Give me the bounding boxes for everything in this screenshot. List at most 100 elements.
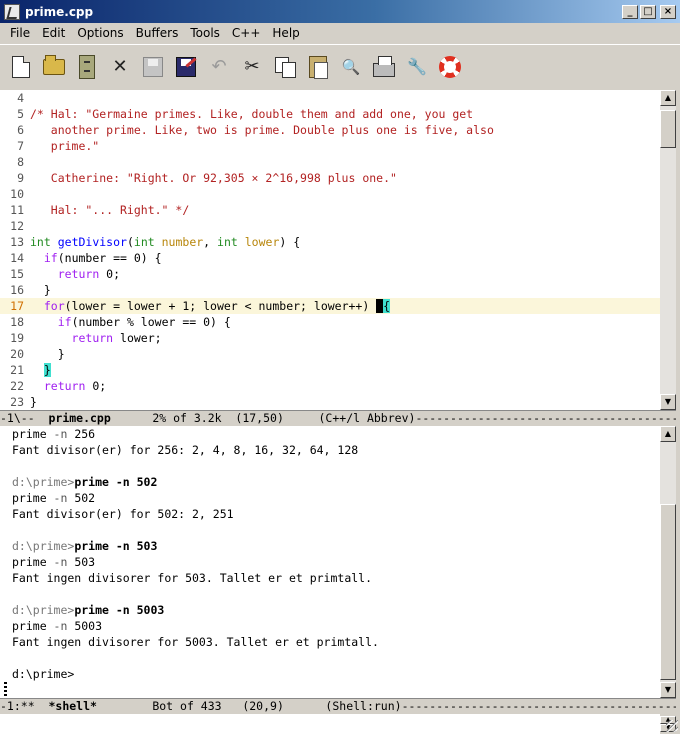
shell-buffer[interactable]: prime -n 256 Fant divisor(er) for 256: 2… bbox=[0, 426, 660, 698]
code-line: 19 return lower; bbox=[10, 331, 162, 345]
undo-icon: ↶ bbox=[211, 56, 227, 77]
code-line: 20 } bbox=[10, 347, 65, 361]
save-as-button[interactable] bbox=[173, 54, 199, 80]
shell-command-line: d:\prime>prime -n 5003 bbox=[12, 603, 165, 617]
close-x-icon: ✕ bbox=[112, 56, 128, 77]
help-lifebuoy-icon bbox=[439, 55, 461, 78]
menu-options[interactable]: Options bbox=[71, 26, 129, 40]
shell-output-line bbox=[0, 458, 660, 474]
shell-command-line: d:\prime>prime -n 503 bbox=[12, 539, 158, 553]
save-button[interactable] bbox=[140, 54, 166, 80]
print-button[interactable] bbox=[371, 54, 397, 80]
scroll-thumb[interactable] bbox=[660, 504, 676, 680]
resize-grip-icon[interactable] bbox=[666, 720, 678, 732]
scroll-up-arrow-icon[interactable]: ▲ bbox=[660, 426, 676, 442]
undo-button[interactable]: ↶ bbox=[206, 54, 232, 80]
code-line: 13 int getDivisor(int number, int lower) … bbox=[10, 235, 301, 249]
code-line: 16 } bbox=[10, 283, 51, 297]
code-line: 7 prime." bbox=[17, 139, 100, 153]
syntax-shell: prime -n 5003 bbox=[12, 619, 103, 633]
scroll-up-arrow-icon[interactable]: ▲ bbox=[660, 90, 676, 106]
menu-edit[interactable]: Edit bbox=[36, 26, 71, 40]
shell-output-line: prime -n 256 bbox=[0, 426, 660, 442]
dired-cabinet-icon bbox=[79, 54, 95, 79]
minimize-button[interactable]: _ bbox=[622, 4, 638, 19]
toolbar: ✕ ↶ ✂ 🔍 🔧 bbox=[0, 44, 680, 88]
cut-button[interactable]: ✂ bbox=[239, 54, 265, 80]
kill-buffer-button[interactable]: ✕ bbox=[107, 54, 133, 80]
syntax-line: if(number == 0) { bbox=[43, 251, 162, 265]
mode-line-buffer-name: *shell* bbox=[48, 699, 97, 713]
new-file-icon bbox=[12, 55, 30, 78]
help-button[interactable] bbox=[437, 54, 463, 80]
menu-cpp[interactable]: C++ bbox=[226, 26, 267, 40]
shell-output-line: Fant divisor(er) for 502: 2, 251 bbox=[12, 507, 234, 521]
open-file-button[interactable] bbox=[41, 54, 67, 80]
shell-output-line bbox=[0, 522, 660, 538]
mode-line-major-mode: (C++/l Abbrev) bbox=[318, 411, 416, 425]
shell-output-line: Fant ingen divisorer for 5003. Tallet er… bbox=[12, 635, 379, 649]
save-icon bbox=[143, 56, 163, 77]
preferences-icon: 🔧 bbox=[407, 57, 427, 76]
shell-prompt: d:\prime> bbox=[12, 667, 75, 681]
code-line: 21 } bbox=[10, 363, 51, 377]
menu-tools[interactable]: Tools bbox=[184, 26, 226, 40]
shell-prompt-line[interactable]: d:\prime> bbox=[0, 666, 660, 682]
syntax-line: if(number % lower == 0) { bbox=[57, 315, 231, 329]
code-mode-line[interactable]: -1\-- prime.cpp 2% of 3.2k (17,50) (C++/… bbox=[0, 410, 676, 426]
menu-help[interactable]: Help bbox=[266, 26, 305, 40]
code-editor[interactable]: 4 5/* Hal: "Germaine primes. Like, doubl… bbox=[0, 90, 660, 410]
preferences-button[interactable]: 🔧 bbox=[404, 54, 430, 80]
syntax-line: return lower; bbox=[71, 331, 162, 345]
search-icon: 🔍 bbox=[341, 57, 361, 76]
shell-scrollbar[interactable]: ▲ ▼ bbox=[660, 426, 676, 698]
new-file-button[interactable] bbox=[8, 54, 34, 80]
code-line: 9 Catherine: "Right. Or 92,305 × 2^16,99… bbox=[17, 171, 397, 185]
code-line: 5/* Hal: "Germaine primes. Like, double … bbox=[17, 107, 474, 121]
code-line: 10 bbox=[10, 187, 24, 201]
menu-buffers[interactable]: Buffers bbox=[130, 26, 185, 40]
code-line: 4 bbox=[17, 91, 24, 105]
shell-output-line: prime -n 5003 bbox=[0, 618, 660, 634]
shell-output-line bbox=[0, 586, 660, 602]
syntax-line: int getDivisor(int number, int lower) { bbox=[30, 235, 301, 249]
syntax-line: return 0; bbox=[43, 379, 107, 393]
syntax-line: for(lower = lower + 1; lower < number; l… bbox=[43, 299, 391, 313]
scroll-thumb[interactable] bbox=[660, 110, 676, 148]
code-line: 11 Hal: "... Right." */ bbox=[10, 203, 190, 217]
paste-button[interactable] bbox=[305, 54, 331, 80]
shell-command-line: d:\prime>prime -n 502 bbox=[12, 475, 158, 489]
code-line: 8 bbox=[17, 155, 24, 169]
title-bar[interactable]: prime.cpp _ □ × bbox=[0, 0, 680, 24]
menu-bar: File Edit Options Buffers Tools C++ Help bbox=[0, 24, 680, 42]
code-line: 12 bbox=[10, 219, 24, 233]
mode-line-major-mode: (Shell:run) bbox=[325, 699, 402, 713]
mode-line-buffer-name: prime.cpp bbox=[48, 411, 111, 425]
code-line: 15 return 0; bbox=[10, 267, 121, 281]
shell-output-line: Fant ingen divisorer for 503. Tallet er … bbox=[12, 571, 373, 585]
dired-button[interactable] bbox=[74, 54, 100, 80]
copy-icon bbox=[275, 56, 296, 78]
code-line: 6 another prime. Like, two is prime. Dou… bbox=[17, 123, 494, 137]
cut-icon: ✂ bbox=[244, 56, 260, 77]
maximize-button[interactable]: □ bbox=[640, 4, 656, 19]
emacs-app-icon[interactable] bbox=[4, 3, 20, 20]
copy-button[interactable] bbox=[272, 54, 298, 80]
syntax-line: return 0; bbox=[57, 267, 121, 281]
search-button[interactable]: 🔍 bbox=[338, 54, 364, 80]
syntax-shell: prime -n 503 bbox=[12, 555, 96, 569]
scroll-down-arrow-icon[interactable]: ▼ bbox=[660, 682, 676, 698]
code-line: 23} bbox=[10, 395, 37, 409]
code-scrollbar[interactable]: ▲ ▼ bbox=[660, 90, 676, 410]
syntax-shell: prime -n 502 bbox=[12, 491, 96, 505]
minibuffer[interactable] bbox=[0, 714, 660, 734]
print-icon bbox=[373, 55, 395, 77]
code-line: 22 return 0; bbox=[10, 379, 107, 393]
code-line: 14 if(number == 0) { bbox=[10, 251, 162, 265]
shell-output-line: prime -n 503 bbox=[0, 554, 660, 570]
shell-output-line: Fant divisor(er) for 256: 2, 4, 8, 16, 3… bbox=[12, 443, 359, 457]
scroll-down-arrow-icon[interactable]: ▼ bbox=[660, 394, 676, 410]
close-button[interactable]: × bbox=[660, 4, 676, 19]
shell-mode-line[interactable]: -1:** *shell* Bot of 433 (20,9) (Shell:r… bbox=[0, 698, 676, 714]
menu-file[interactable]: File bbox=[4, 26, 36, 40]
